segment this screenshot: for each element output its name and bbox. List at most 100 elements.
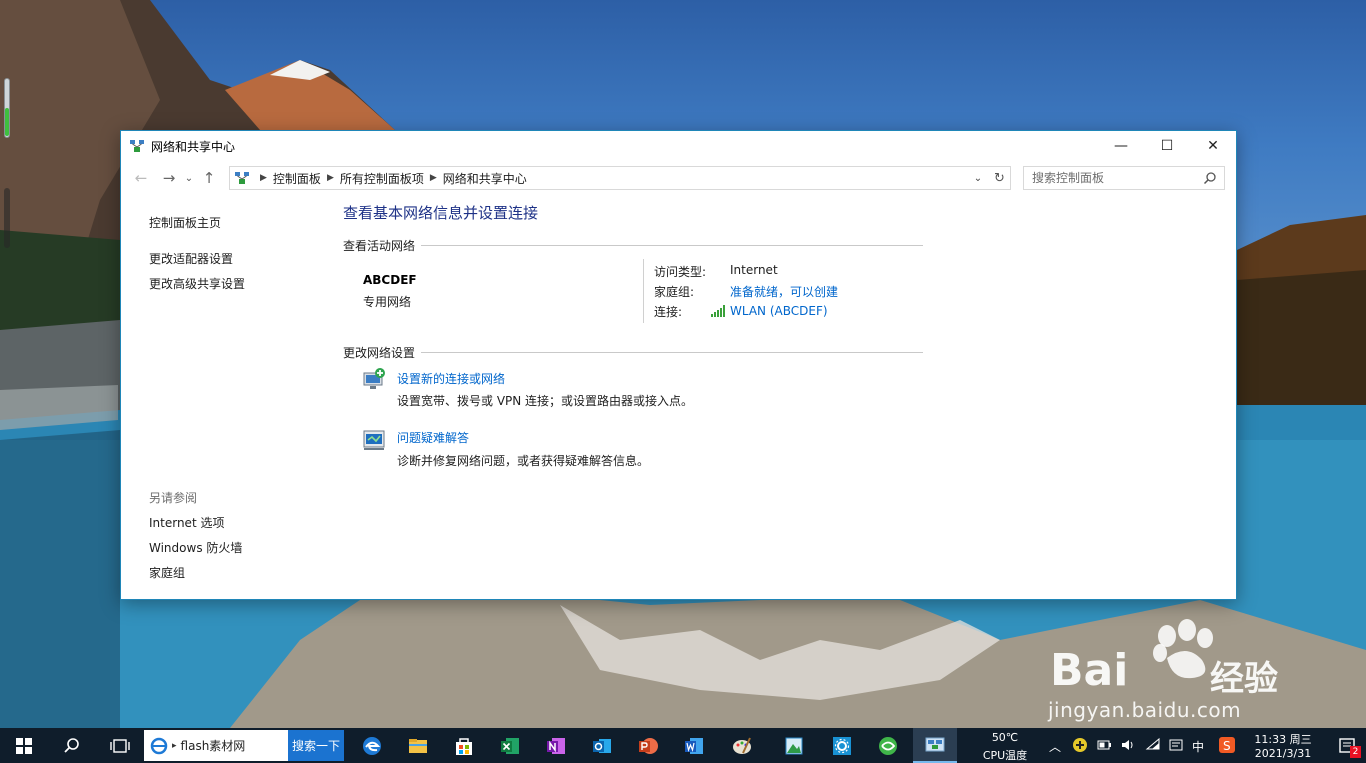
address-bar[interactable]: ▶ 控制面板 ▶ 所有控制面板项 ▶ 网络和共享中心 ⌄ <box>229 166 1011 190</box>
active-networks-section: 查看活动网络 <box>343 237 923 254</box>
paint-palette-icon <box>733 737 751 754</box>
search-icon[interactable] <box>1203 171 1217 185</box>
input-method-indicator[interactable]: 中 <box>1192 738 1204 755</box>
wifi-icon[interactable] <box>1145 737 1161 753</box>
folder-icon <box>409 738 427 753</box>
tray-app-plus-icon[interactable] <box>1072 737 1088 753</box>
taskbar-settings-app[interactable] <box>820 728 864 763</box>
notification-center-button[interactable]: 2 <box>1330 728 1366 763</box>
action-center-alt-icon[interactable] <box>1168 737 1184 753</box>
divider <box>421 352 923 353</box>
wifi-signal-icon <box>711 305 725 317</box>
address-dropdown-chevron-icon[interactable]: ⌄ <box>968 167 988 189</box>
internet-options-link[interactable]: Internet 选项 <box>149 514 224 531</box>
clock-date[interactable]: 2021/3/31 <box>1250 747 1316 760</box>
watermark-brand-cn: 经验 <box>1210 659 1278 699</box>
ie-icon <box>150 737 168 754</box>
toolbar-search-field[interactable]: ▸ flash素材网 <box>144 730 288 761</box>
minimize-button[interactable]: — <box>1098 131 1144 161</box>
sogou-ime-icon[interactable]: S <box>1219 737 1235 753</box>
forward-arrow-icon[interactable]: → <box>157 166 181 190</box>
start-button[interactable] <box>0 728 48 763</box>
powerpoint-icon <box>639 737 658 754</box>
taskbar-search-button[interactable] <box>48 728 96 763</box>
wlan-connection-label[interactable]: WLAN (ABCDEF) <box>730 304 828 318</box>
store-bag-icon <box>456 737 472 755</box>
maximize-button[interactable]: ☐ <box>1144 131 1190 161</box>
show-hidden-icons-chevron-icon[interactable]: ︿ <box>1049 738 1065 754</box>
windows-firewall-link[interactable]: Windows 防火墙 <box>149 539 242 556</box>
edge-icon <box>363 736 381 755</box>
task-view-button[interactable] <box>96 728 144 763</box>
network-center-icon <box>925 737 945 752</box>
change-advanced-sharing-link[interactable]: 更改高级共享设置 <box>149 275 245 292</box>
onenote-icon <box>547 737 565 754</box>
network-name: ABCDEF <box>363 273 417 287</box>
refresh-icon[interactable]: ↻ <box>989 166 1011 190</box>
setup-new-connection-description: 设置宽带、拨号或 VPN 连接；或设置路由器或接入点。 <box>397 394 694 408</box>
notification-count-badge: 2 <box>1350 746 1361 758</box>
svg-text:S: S <box>1223 739 1231 753</box>
battery-plug-icon[interactable] <box>1096 737 1112 753</box>
taskbar: ▸ flash素材网 搜索一下 50℃ CPU温度 ︿ 中 S 11:33 周三… <box>0 728 1366 763</box>
taskbar-file-explorer[interactable] <box>396 728 440 763</box>
network-sharing-center-window: 网络和共享中心 — ☐ ✕ ← → ⌄ ↑ ▶ 控制面板 ▶ 所有控制面板项 ▶… <box>120 130 1237 600</box>
taskbar-image-app[interactable] <box>772 728 816 763</box>
windows-logo-icon <box>16 737 32 754</box>
search-input[interactable] <box>1032 171 1200 185</box>
search-box[interactable] <box>1023 166 1225 190</box>
content-area: 控制面板主页 更改适配器设置 更改高级共享设置 另请参阅 Internet 选项… <box>121 195 1236 599</box>
network-center-icon <box>130 140 144 152</box>
breadcrumb-separator-icon[interactable]: ▶ <box>430 173 437 183</box>
back-arrow-icon[interactable]: ← <box>129 166 153 190</box>
troubleshoot-problems-link[interactable]: 问题疑难解答 <box>397 429 469 446</box>
up-arrow-icon[interactable]: ↑ <box>197 166 221 190</box>
taskbar-store[interactable] <box>442 728 486 763</box>
wlan-connection-link[interactable]: WLAN (ABCDEF) <box>711 304 828 318</box>
breadcrumb-network-center[interactable]: 网络和共享中心 <box>443 170 527 187</box>
homegroup-label: 家庭组: <box>654 285 695 299</box>
control-panel-home-link[interactable]: 控制面板主页 <box>149 214 221 231</box>
volume-icon[interactable] <box>1120 737 1136 753</box>
watermark-brand: Bai <box>1050 645 1129 696</box>
left-navigation-pane: 控制面板主页 更改适配器设置 更改高级共享设置 另请参阅 Internet 选项… <box>149 195 329 599</box>
network-center-icon <box>235 172 249 184</box>
breadcrumb-control-panel[interactable]: 控制面板 <box>273 170 321 187</box>
taskbar-outlook[interactable] <box>580 728 624 763</box>
taskbar-powerpoint[interactable] <box>626 728 670 763</box>
access-type-label: 访问类型: <box>654 265 707 279</box>
image-viewer-icon <box>785 737 803 754</box>
title-bar[interactable]: 网络和共享中心 — ☐ ✕ <box>121 131 1236 161</box>
clock-time[interactable]: 11:33 周三 <box>1250 731 1316 747</box>
section-title: 查看活动网络 <box>343 239 416 253</box>
taskbar-excel[interactable] <box>488 728 532 763</box>
cpu-temp-label: CPU温度 <box>982 749 1028 762</box>
taskbar-onenote[interactable] <box>534 728 578 763</box>
taskbar-browser-360[interactable] <box>866 728 910 763</box>
breadcrumb-separator-icon[interactable]: ▶ <box>260 173 267 183</box>
toolbar-search-text[interactable]: flash素材网 <box>181 737 246 754</box>
troubleshoot-icon[interactable] <box>362 427 388 453</box>
network-profile-type: 专用网络 <box>363 295 412 309</box>
close-button[interactable]: ✕ <box>1190 131 1236 161</box>
divider <box>643 259 644 323</box>
dropdown-arrow-icon[interactable]: ▸ <box>172 741 177 751</box>
connection-label: 连接: <box>654 305 683 319</box>
change-adapter-settings-link[interactable]: 更改适配器设置 <box>149 250 233 267</box>
taskbar-paint[interactable] <box>720 728 764 763</box>
homegroup-status-link[interactable]: 准备就绪，可以创建 <box>730 283 838 300</box>
toolbar-search-submit-button[interactable]: 搜索一下 <box>288 730 344 761</box>
breadcrumb-all-items[interactable]: 所有控制面板项 <box>340 170 424 187</box>
new-connection-icon[interactable] <box>362 367 388 393</box>
recent-locations-chevron-icon[interactable]: ⌄ <box>181 166 197 190</box>
homegroup-link[interactable]: 家庭组 <box>149 564 185 581</box>
browser-360-icon <box>879 736 897 755</box>
change-settings-section: 更改网络设置 <box>343 344 923 361</box>
breadcrumb-separator-icon[interactable]: ▶ <box>327 173 334 183</box>
taskbar-network-center-active[interactable] <box>913 728 957 763</box>
setup-new-connection-link[interactable]: 设置新的连接或网络 <box>397 370 505 387</box>
cpu-temp-value: 50℃ <box>991 731 1019 744</box>
see-also-title: 另请参阅 <box>149 491 198 505</box>
taskbar-word[interactable] <box>672 728 716 763</box>
taskbar-edge[interactable] <box>350 728 394 763</box>
